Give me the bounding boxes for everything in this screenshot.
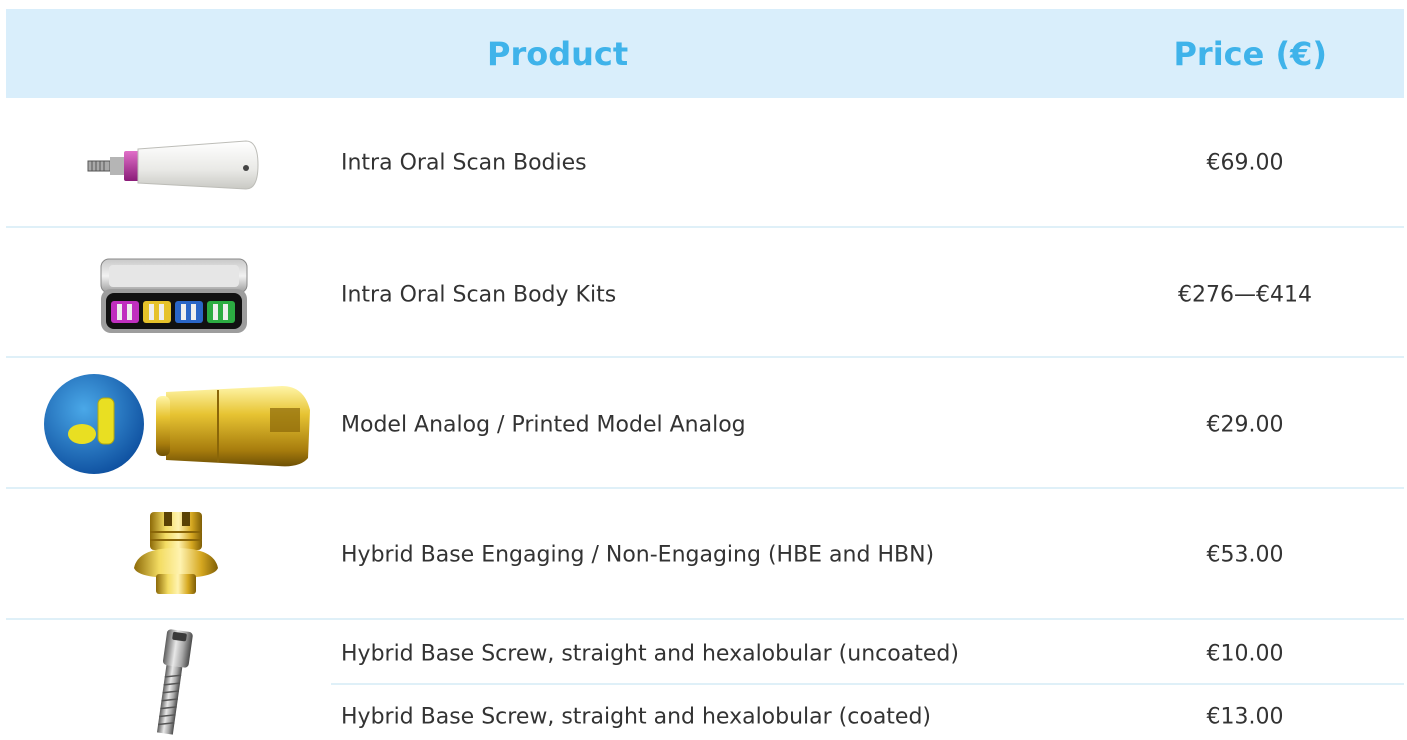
product-name: Model Analog / Printed Model Analog [341, 412, 746, 438]
row-divider [6, 226, 1404, 228]
scan-body-image [87, 140, 259, 190]
row-divider [6, 487, 1404, 489]
product-price: €276—€414 [1178, 282, 1312, 308]
hybrid-base-screw-image [156, 629, 193, 735]
product-price: €53.00 [1206, 542, 1284, 568]
row-divider [6, 356, 1404, 358]
product-name: Hybrid Base Screw, straight and hexalobu… [341, 641, 959, 667]
product-price: €10.00 [1206, 641, 1284, 667]
table-header: Product Price (€) [6, 9, 1404, 98]
row-divider [331, 683, 1404, 685]
product-price: €69.00 [1206, 150, 1284, 176]
product-column-header: Product [487, 34, 629, 73]
product-name: Hybrid Base Engaging / Non-Engaging (HBE… [341, 542, 935, 568]
product-price: €13.00 [1206, 704, 1284, 730]
model-analog-image [44, 374, 310, 474]
hybrid-base-image [134, 512, 218, 594]
product-name: Intra Oral Scan Body Kits [341, 282, 617, 308]
product-name: Hybrid Base Screw, straight and hexalobu… [341, 704, 932, 730]
row-divider [6, 618, 1404, 620]
price-column-header: Price (€) [1173, 34, 1327, 73]
product-name: Intra Oral Scan Bodies [341, 150, 587, 176]
product-price: €29.00 [1206, 412, 1284, 438]
scan-body-kit-image [100, 258, 248, 333]
